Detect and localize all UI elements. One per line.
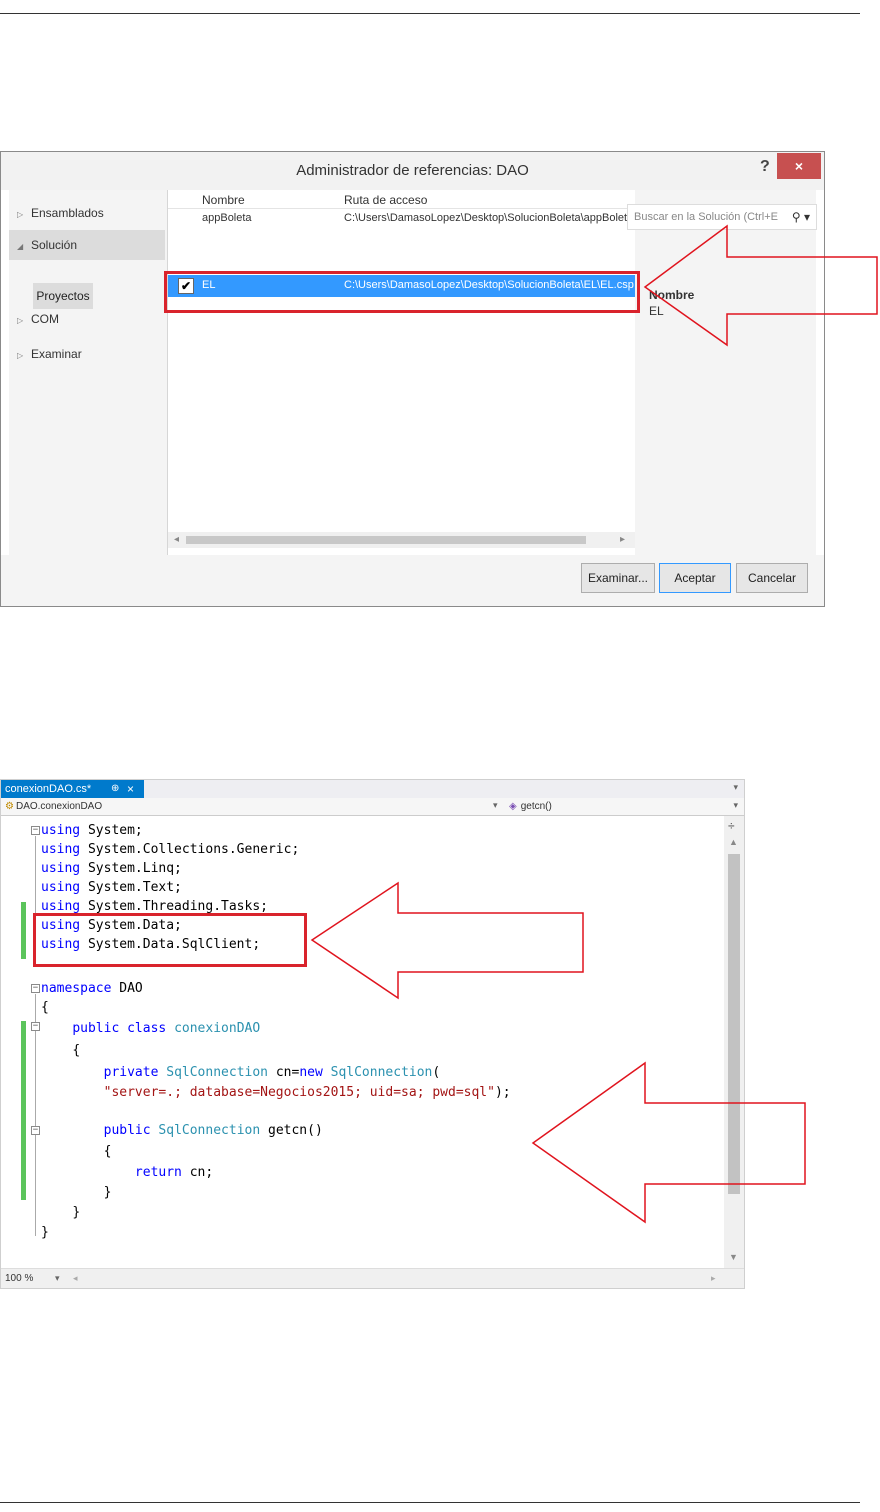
detail-name-value: EL xyxy=(649,304,664,318)
highlight-box-selected-reference xyxy=(164,271,640,313)
code-editor: conexionDAO.cs* ⊕ × ▾ ⚙ DAO.conexionDAO ▾… xyxy=(0,779,745,1289)
nav-item-label: Ensamblados xyxy=(31,206,104,220)
code-line-20[interactable]: } xyxy=(41,1203,80,1222)
nav-item-label: Solución xyxy=(31,238,78,252)
member-selector-label: getcn() xyxy=(520,801,552,812)
scroll-down-icon[interactable]: ▼ xyxy=(729,1252,738,1262)
code-line-17[interactable]: { xyxy=(41,1142,112,1161)
code-line-21[interactable]: } xyxy=(41,1223,49,1242)
horizontal-scrollbar[interactable]: ◂ ▸ xyxy=(168,532,635,548)
code-line-4[interactable]: using System.Text; xyxy=(41,878,182,897)
expand-arrow-icon: ▷ xyxy=(17,351,24,360)
category-nav: ▷ Ensamblados ◢ Solución Proyectos ▷ COM ▷ E… xyxy=(9,190,165,555)
zoom-dropdown-icon[interactable]: ▾ xyxy=(55,1273,60,1284)
code-line-13[interactable]: private SqlConnection cn=new SqlConnecti… xyxy=(41,1063,441,1082)
scroll-left-icon[interactable]: ◂ xyxy=(73,1273,78,1284)
dialog-titlebar: Administrador de referencias: DAO ? × xyxy=(1,152,824,190)
split-handle-icon[interactable]: ÷ xyxy=(728,819,735,833)
column-divider xyxy=(168,208,635,209)
scroll-right-icon[interactable]: ▸ xyxy=(620,532,625,548)
fold-toggle-icon[interactable]: − xyxy=(31,1126,40,1135)
member-selector[interactable]: ◈ getcn() xyxy=(509,801,552,812)
close-tab-icon[interactable]: × xyxy=(127,780,134,798)
code-line-18[interactable]: return cn; xyxy=(41,1163,213,1182)
code-line-2[interactable]: using System.Collections.Generic; xyxy=(41,840,299,859)
nav-item-label: Examinar xyxy=(31,347,82,361)
page-top-rule xyxy=(0,13,860,14)
scrollbar-thumb[interactable] xyxy=(728,854,740,1194)
fold-toggle-icon[interactable]: − xyxy=(31,826,40,835)
scrollbar-thumb[interactable] xyxy=(186,536,586,544)
editor-status-bar: 100 % ▾ ◂ ▸ xyxy=(1,1268,744,1288)
nav-item-ensamblados[interactable]: ▷ Ensamblados xyxy=(9,198,165,228)
type-dropdown-icon[interactable]: ▾ xyxy=(493,800,498,811)
code-line-12[interactable]: { xyxy=(41,1041,80,1060)
zoom-level[interactable]: 100 % xyxy=(5,1273,33,1284)
code-line-14[interactable]: "server=.; database=Negocios2015; uid=sa… xyxy=(41,1083,511,1102)
detail-pane xyxy=(635,190,816,555)
reference-manager-dialog: Administrador de referencias: DAO ? × ▷ E… xyxy=(0,151,825,607)
scroll-right-icon[interactable]: ▸ xyxy=(711,1273,716,1284)
browse-button[interactable]: Examinar... xyxy=(581,563,655,593)
scroll-left-icon[interactable]: ◂ xyxy=(174,532,179,548)
nav-item-label: COM xyxy=(31,312,59,326)
class-icon: ⚙ xyxy=(5,801,14,812)
expand-arrow-icon: ▷ xyxy=(17,316,24,325)
vertical-scrollbar[interactable]: ÷ ▲ ▼ xyxy=(724,816,744,1268)
code-line-9[interactable]: namespace DAO xyxy=(41,979,143,998)
editor-tabstrip: conexionDAO.cs* ⊕ × ▾ xyxy=(1,780,744,798)
row-name-appboleta[interactable]: appBoleta xyxy=(202,212,332,224)
column-header-name[interactable]: Nombre xyxy=(202,193,245,207)
search-icon[interactable]: ⚲ ▾ xyxy=(792,205,810,229)
editor-navigation-bar: ⚙ DAO.conexionDAO ▾ ◈ getcn() ▾ xyxy=(1,798,744,816)
close-button[interactable]: × xyxy=(777,153,821,179)
editor-tab-conexiondao[interactable]: conexionDAO.cs* ⊕ × xyxy=(1,780,144,798)
member-dropdown-icon[interactable]: ▾ xyxy=(733,800,738,811)
type-selector-label: DAO.conexionDAO xyxy=(15,801,103,812)
nav-item-com[interactable]: ▷ COM xyxy=(9,304,165,334)
nav-item-examinar[interactable]: ▷ Examinar xyxy=(9,339,165,369)
pin-icon[interactable]: ⊕ xyxy=(111,780,119,798)
solution-search-input[interactable]: Buscar en la Solución (Ctrl+E ⚲ ▾ xyxy=(627,204,817,230)
highlight-box-using-directives xyxy=(33,913,307,967)
cancel-button[interactable]: Cancelar xyxy=(736,563,808,593)
code-line-1[interactable]: using System; xyxy=(41,821,143,840)
row-path-appboleta[interactable]: C:\Users\DamasoLopez\Desktop\SolucionBol… xyxy=(344,212,634,224)
code-line-19[interactable]: } xyxy=(41,1183,112,1202)
code-line-10[interactable]: { xyxy=(41,998,49,1017)
accept-button[interactable]: Aceptar xyxy=(659,563,731,593)
dialog-body: ▷ Ensamblados ◢ Solución Proyectos ▷ COM ▷ E… xyxy=(9,190,817,555)
detail-name-header: Nombre xyxy=(649,288,695,302)
method-icon: ◈ xyxy=(509,801,517,812)
type-selector[interactable]: ⚙ DAO.conexionDAO xyxy=(5,801,102,812)
column-header-path[interactable]: Ruta de acceso xyxy=(344,193,427,207)
page-bottom-rule xyxy=(0,1502,860,1503)
collapse-arrow-icon: ◢ xyxy=(17,242,24,251)
fold-toggle-icon[interactable]: − xyxy=(31,984,40,993)
change-marker xyxy=(21,902,26,959)
scroll-up-icon[interactable]: ▲ xyxy=(729,837,738,847)
code-line-16[interactable]: public SqlConnection getcn() xyxy=(41,1121,323,1140)
fold-toggle-icon[interactable]: − xyxy=(31,1022,40,1031)
expand-arrow-icon: ▷ xyxy=(17,210,24,219)
search-placeholder: Buscar en la Solución (Ctrl+E xyxy=(634,211,778,223)
nav-item-solucion[interactable]: ◢ Solución xyxy=(9,230,165,260)
tab-label: conexionDAO.cs* xyxy=(5,783,92,795)
dialog-title: Administrador de referencias: DAO xyxy=(296,162,529,179)
code-line-3[interactable]: using System.Linq; xyxy=(41,859,182,878)
reference-list: Nombre Ruta de acceso appBoleta C:\Users… xyxy=(167,190,635,555)
change-marker xyxy=(21,1021,26,1200)
tab-dropdown-icon[interactable]: ▾ xyxy=(733,782,738,793)
code-line-11[interactable]: public class conexionDAO xyxy=(41,1019,260,1038)
help-button[interactable]: ? xyxy=(760,158,770,176)
